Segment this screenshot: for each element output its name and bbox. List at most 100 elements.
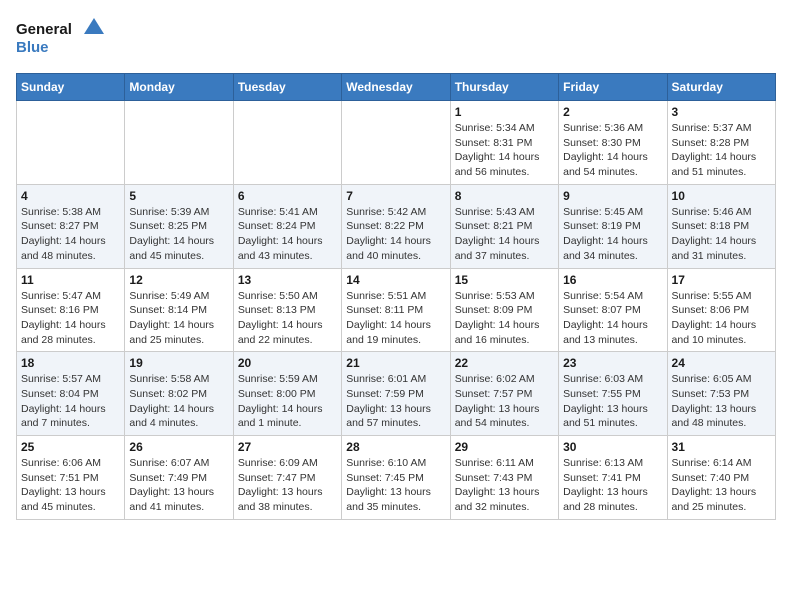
day-info: Sunrise: 6:02 AM Sunset: 7:57 PM Dayligh… bbox=[455, 372, 554, 431]
day-number: 14 bbox=[346, 273, 445, 287]
calendar-cell: 15 Sunrise: 5:53 AM Sunset: 8:09 PM Dayli… bbox=[450, 268, 558, 352]
calendar-cell: 16Sunrise: 5:54 AM Sunset: 8:07 PM Dayli… bbox=[559, 268, 667, 352]
calendar-week-row: 25Sunrise: 6:06 AM Sunset: 7:51 PM Dayli… bbox=[17, 436, 776, 520]
calendar-cell: 27 Sunrise: 6:09 AM Sunset: 7:47 PM Dayli… bbox=[233, 436, 341, 520]
day-info: Sunrise: 5:49 AM Sunset: 8:14 PM Dayligh… bbox=[129, 289, 228, 348]
calendar-cell: 21 Sunrise: 6:01 AM Sunset: 7:59 PM Dayli… bbox=[342, 352, 450, 436]
day-number: 9 bbox=[563, 189, 662, 203]
day-number: 28 bbox=[346, 440, 445, 454]
day-number: 3 bbox=[672, 105, 771, 119]
logo-svg: General Blue bbox=[16, 16, 106, 61]
day-info: Sunrise: 5:36 AM Sunset: 8:30 PM Dayligh… bbox=[563, 121, 662, 180]
day-number: 26 bbox=[129, 440, 228, 454]
day-info: Sunrise: 5:42 AM Sunset: 8:22 PM Dayligh… bbox=[346, 205, 445, 264]
day-info: Sunrise: 5:37 AM Sunset: 8:28 PM Dayligh… bbox=[672, 121, 771, 180]
day-number: 23 bbox=[563, 356, 662, 370]
day-info: Sunrise: 5:57 AM Sunset: 8:04 PM Dayligh… bbox=[21, 372, 120, 431]
weekday-header: Wednesday bbox=[342, 74, 450, 101]
day-info: Sunrise: 6:10 AM Sunset: 7:45 PM Dayligh… bbox=[346, 456, 445, 515]
calendar-cell: 12 Sunrise: 5:49 AM Sunset: 8:14 PM Dayli… bbox=[125, 268, 233, 352]
logo: General Blue bbox=[16, 16, 106, 61]
day-number: 2 bbox=[563, 105, 662, 119]
day-number: 20 bbox=[238, 356, 337, 370]
day-number: 4 bbox=[21, 189, 120, 203]
calendar-week-row: 4 Sunrise: 5:38 AM Sunset: 8:27 PM Daylig… bbox=[17, 184, 776, 268]
calendar-cell bbox=[17, 101, 125, 185]
day-number: 10 bbox=[672, 189, 771, 203]
svg-text:Blue: Blue bbox=[16, 39, 49, 56]
day-info: Sunrise: 5:53 AM Sunset: 8:09 PM Dayligh… bbox=[455, 289, 554, 348]
day-info: Sunrise: 6:03 AM Sunset: 7:55 PM Dayligh… bbox=[563, 372, 662, 431]
day-number: 31 bbox=[672, 440, 771, 454]
calendar-cell: 7 Sunrise: 5:42 AM Sunset: 8:22 PM Daylig… bbox=[342, 184, 450, 268]
day-info: Sunrise: 6:09 AM Sunset: 7:47 PM Dayligh… bbox=[238, 456, 337, 515]
calendar-cell: 2 Sunrise: 5:36 AM Sunset: 8:30 PM Daylig… bbox=[559, 101, 667, 185]
calendar-cell: 6Sunrise: 5:41 AM Sunset: 8:24 PM Daylig… bbox=[233, 184, 341, 268]
calendar-cell: 24Sunrise: 6:05 AM Sunset: 7:53 PM Dayli… bbox=[667, 352, 775, 436]
day-number: 11 bbox=[21, 273, 120, 287]
day-info: Sunrise: 5:59 AM Sunset: 8:00 PM Dayligh… bbox=[238, 372, 337, 431]
weekday-header: Thursday bbox=[450, 74, 558, 101]
day-info: Sunrise: 5:58 AM Sunset: 8:02 PM Dayligh… bbox=[129, 372, 228, 431]
day-info: Sunrise: 6:01 AM Sunset: 7:59 PM Dayligh… bbox=[346, 372, 445, 431]
calendar-cell bbox=[342, 101, 450, 185]
calendar-header-row: SundayMondayTuesdayWednesdayThursdayFrid… bbox=[17, 74, 776, 101]
svg-text:General: General bbox=[16, 21, 72, 38]
calendar-cell: 25Sunrise: 6:06 AM Sunset: 7:51 PM Dayli… bbox=[17, 436, 125, 520]
weekday-header: Sunday bbox=[17, 74, 125, 101]
calendar-cell: 1 Sunrise: 5:34 AM Sunset: 8:31 PM Daylig… bbox=[450, 101, 558, 185]
calendar-cell: 13 Sunrise: 5:50 AM Sunset: 8:13 PM Dayli… bbox=[233, 268, 341, 352]
calendar-cell: 20 Sunrise: 5:59 AM Sunset: 8:00 PM Dayli… bbox=[233, 352, 341, 436]
calendar-week-row: 11Sunrise: 5:47 AM Sunset: 8:16 PM Dayli… bbox=[17, 268, 776, 352]
day-info: Sunrise: 5:54 AM Sunset: 8:07 PM Dayligh… bbox=[563, 289, 662, 348]
day-info: Sunrise: 5:55 AM Sunset: 8:06 PM Dayligh… bbox=[672, 289, 771, 348]
day-number: 5 bbox=[129, 189, 228, 203]
day-info: Sunrise: 5:50 AM Sunset: 8:13 PM Dayligh… bbox=[238, 289, 337, 348]
calendar-cell: 11Sunrise: 5:47 AM Sunset: 8:16 PM Dayli… bbox=[17, 268, 125, 352]
calendar-cell bbox=[233, 101, 341, 185]
calendar-cell: 30 Sunrise: 6:13 AM Sunset: 7:41 PM Dayli… bbox=[559, 436, 667, 520]
day-info: Sunrise: 5:34 AM Sunset: 8:31 PM Dayligh… bbox=[455, 121, 554, 180]
day-info: Sunrise: 5:51 AM Sunset: 8:11 PM Dayligh… bbox=[346, 289, 445, 348]
calendar-cell: 9 Sunrise: 5:45 AM Sunset: 8:19 PM Daylig… bbox=[559, 184, 667, 268]
calendar-cell: 26 Sunrise: 6:07 AM Sunset: 7:49 PM Dayli… bbox=[125, 436, 233, 520]
day-info: Sunrise: 5:43 AM Sunset: 8:21 PM Dayligh… bbox=[455, 205, 554, 264]
calendar-cell: 28 Sunrise: 6:10 AM Sunset: 7:45 PM Dayli… bbox=[342, 436, 450, 520]
day-number: 18 bbox=[21, 356, 120, 370]
calendar-cell: 14 Sunrise: 5:51 AM Sunset: 8:11 PM Dayli… bbox=[342, 268, 450, 352]
day-number: 25 bbox=[21, 440, 120, 454]
day-info: Sunrise: 6:13 AM Sunset: 7:41 PM Dayligh… bbox=[563, 456, 662, 515]
calendar-cell: 31Sunrise: 6:14 AM Sunset: 7:40 PM Dayli… bbox=[667, 436, 775, 520]
day-info: Sunrise: 5:39 AM Sunset: 8:25 PM Dayligh… bbox=[129, 205, 228, 264]
calendar-cell: 3 Sunrise: 5:37 AM Sunset: 8:28 PM Daylig… bbox=[667, 101, 775, 185]
weekday-header: Monday bbox=[125, 74, 233, 101]
calendar-week-row: 1 Sunrise: 5:34 AM Sunset: 8:31 PM Daylig… bbox=[17, 101, 776, 185]
day-number: 21 bbox=[346, 356, 445, 370]
calendar-cell: 10Sunrise: 5:46 AM Sunset: 8:18 PM Dayli… bbox=[667, 184, 775, 268]
day-info: Sunrise: 6:07 AM Sunset: 7:49 PM Dayligh… bbox=[129, 456, 228, 515]
calendar-cell: 8 Sunrise: 5:43 AM Sunset: 8:21 PM Daylig… bbox=[450, 184, 558, 268]
day-number: 12 bbox=[129, 273, 228, 287]
day-number: 22 bbox=[455, 356, 554, 370]
day-info: Sunrise: 5:38 AM Sunset: 8:27 PM Dayligh… bbox=[21, 205, 120, 264]
day-number: 27 bbox=[238, 440, 337, 454]
day-number: 19 bbox=[129, 356, 228, 370]
day-number: 1 bbox=[455, 105, 554, 119]
day-info: Sunrise: 6:11 AM Sunset: 7:43 PM Dayligh… bbox=[455, 456, 554, 515]
calendar-cell: 29Sunrise: 6:11 AM Sunset: 7:43 PM Dayli… bbox=[450, 436, 558, 520]
calendar-cell: 18 Sunrise: 5:57 AM Sunset: 8:04 PM Dayli… bbox=[17, 352, 125, 436]
day-number: 17 bbox=[672, 273, 771, 287]
day-number: 24 bbox=[672, 356, 771, 370]
day-number: 15 bbox=[455, 273, 554, 287]
day-number: 8 bbox=[455, 189, 554, 203]
calendar-cell: 4 Sunrise: 5:38 AM Sunset: 8:27 PM Daylig… bbox=[17, 184, 125, 268]
day-number: 30 bbox=[563, 440, 662, 454]
weekday-header: Tuesday bbox=[233, 74, 341, 101]
calendar-table: SundayMondayTuesdayWednesdayThursdayFrid… bbox=[16, 73, 776, 520]
day-number: 7 bbox=[346, 189, 445, 203]
day-info: Sunrise: 5:45 AM Sunset: 8:19 PM Dayligh… bbox=[563, 205, 662, 264]
calendar-cell: 5 Sunrise: 5:39 AM Sunset: 8:25 PM Daylig… bbox=[125, 184, 233, 268]
day-number: 13 bbox=[238, 273, 337, 287]
calendar-cell: 22 Sunrise: 6:02 AM Sunset: 7:57 PM Dayli… bbox=[450, 352, 558, 436]
calendar-cell: 23 Sunrise: 6:03 AM Sunset: 7:55 PM Dayli… bbox=[559, 352, 667, 436]
